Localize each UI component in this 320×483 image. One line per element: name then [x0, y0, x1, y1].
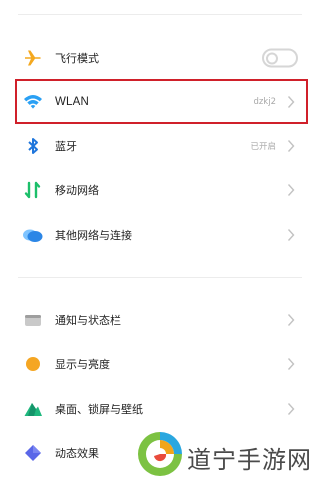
mobile-network-row[interactable]: 移动网络 [18, 168, 298, 212]
motion-effects-icon [22, 442, 44, 464]
other-networks-label: 其他网络与连接 [55, 229, 132, 242]
brightness-icon [22, 353, 44, 375]
wallpaper-icon [22, 398, 44, 420]
display-brightness-label: 显示与亮度 [55, 358, 110, 371]
airplane-icon [22, 47, 44, 69]
mobile-network-label: 移动网络 [55, 184, 99, 197]
bluetooth-icon [22, 135, 44, 157]
mobile-network-icon [22, 179, 44, 201]
settings-page: 飞行模式 WLAN dzkj2 蓝牙 已开启 移动网络 其他网络与连接 通知与状… [0, 0, 320, 483]
watermark: 道宁手游网 [134, 428, 314, 480]
chevron-right-icon [287, 229, 295, 241]
airplane-mode-row[interactable]: 飞行模式 [18, 36, 298, 80]
motion-effects-label: 动态效果 [55, 447, 99, 460]
bluetooth-status: 已开启 [250, 142, 276, 152]
bluetooth-row[interactable]: 蓝牙 已开启 [18, 124, 298, 168]
wlan-highlight-box [15, 79, 308, 124]
cloud-icon [22, 224, 44, 246]
other-networks-row[interactable]: 其他网络与连接 [18, 213, 298, 257]
bluetooth-label: 蓝牙 [55, 140, 77, 153]
airplane-mode-label: 飞行模式 [55, 52, 99, 65]
airplane-mode-toggle[interactable] [262, 48, 298, 68]
chevron-right-icon [287, 140, 295, 152]
wallpaper-label: 桌面、锁屏与壁纸 [55, 403, 143, 416]
chevron-right-icon [287, 403, 295, 415]
chevron-right-icon [287, 358, 295, 370]
section-divider [18, 277, 302, 278]
chevron-right-icon [287, 184, 295, 196]
top-divider [18, 14, 302, 15]
display-brightness-row[interactable]: 显示与亮度 [18, 342, 298, 386]
toggle-knob [266, 52, 278, 64]
watermark-text: 道宁手游网 [187, 446, 312, 474]
chevron-right-icon [287, 314, 295, 326]
watermark-logo-icon [137, 431, 183, 477]
wallpaper-row[interactable]: 桌面、锁屏与壁纸 [18, 387, 298, 431]
notifications-label: 通知与状态栏 [55, 314, 121, 327]
notifications-row[interactable]: 通知与状态栏 [18, 298, 298, 342]
notification-icon [22, 309, 44, 331]
